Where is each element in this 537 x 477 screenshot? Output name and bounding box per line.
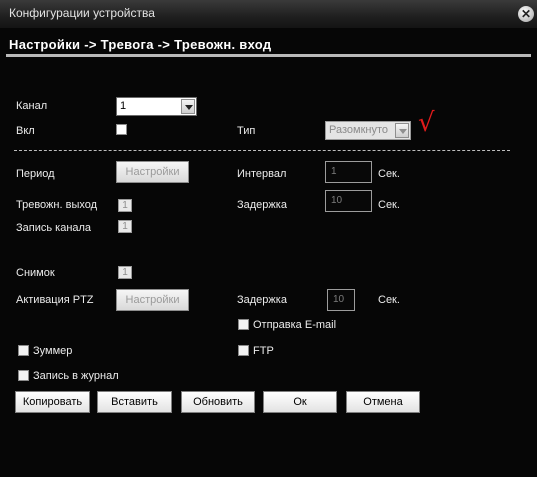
delay2-input[interactable]: 10 [327,289,355,311]
interval-value: 1 [331,166,337,177]
interval-label: Интервал [237,168,287,180]
interval-unit: Сек. [378,168,400,180]
channel-label: Канал [16,100,48,112]
buzzer-label: Зуммер [33,345,73,357]
period-label: Период [16,168,55,180]
delay-input[interactable]: 10 [325,190,372,212]
header-divider [6,54,531,57]
title-bar[interactable]: Конфигурации устройства ✕ [0,0,537,28]
type-select[interactable]: Разомкнуто [325,121,411,140]
ptz-settings-button[interactable]: Настройки [116,289,189,311]
window-title: Конфигурации устройства [9,6,155,20]
ptz-label: Активация PTZ [16,294,94,306]
ftp-label: FTP [253,345,274,357]
close-icon[interactable]: ✕ [518,6,534,22]
interval-input[interactable]: 1 [325,161,372,183]
delay-unit: Сек. [378,199,400,211]
ok-button[interactable]: Ок [263,391,337,413]
record-channel-label: Запись канала [16,222,92,234]
copy-button[interactable]: Копировать [15,391,90,413]
paste-button[interactable]: Вставить [97,391,172,413]
type-label: Тип [237,125,256,137]
email-checkbox[interactable] [238,319,249,330]
period-settings-button[interactable]: Настройки [116,161,189,183]
breadcrumb: Настройки -> Тревога -> Тревожн. вход [9,37,272,52]
delay-value: 10 [331,195,343,206]
snapshot-channel-button[interactable]: 1 [118,266,132,279]
email-label: Отправка E-mail [253,319,337,331]
cancel-button[interactable]: Отмена [346,391,420,413]
log-label: Запись в журнал [33,370,119,382]
enable-label: Вкл [16,125,35,137]
delay-label: Задержка [237,199,287,211]
config-window: Конфигурации устройства ✕ Настройки -> Т… [0,0,537,477]
delay2-value: 10 [333,294,345,305]
ftp-checkbox[interactable] [238,345,249,356]
section-divider [14,150,510,151]
delay2-unit: Сек. [378,294,400,306]
type-value: Разомкнуто [329,124,388,136]
chevron-down-icon[interactable] [395,123,409,138]
channel-select[interactable]: 1 [116,97,197,116]
alarm-out-channel-button[interactable]: 1 [118,199,132,212]
checkmark-annotation-icon: √ [418,108,435,138]
record-channel-button[interactable]: 1 [118,220,132,233]
delay2-label: Задержка [237,294,287,306]
channel-value: 1 [120,100,127,112]
refresh-button[interactable]: Обновить [181,391,255,413]
enable-checkbox[interactable] [116,124,127,135]
buzzer-checkbox[interactable] [18,345,29,356]
log-checkbox[interactable] [18,370,29,381]
chevron-down-icon[interactable] [181,99,195,114]
snapshot-label: Снимок [16,267,55,279]
alarm-out-label: Тревожн. выход [16,199,98,211]
